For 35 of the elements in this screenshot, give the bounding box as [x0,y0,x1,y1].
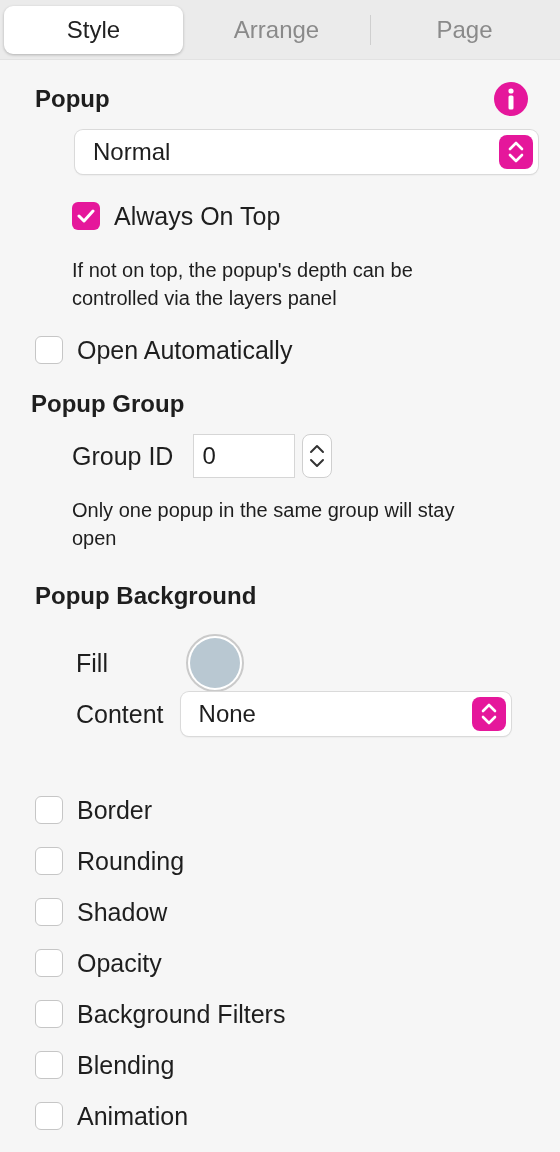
section-title: Popup Background [35,582,258,610]
checkbox-label: Always On Top [114,201,281,231]
checkmark-icon [77,209,95,223]
field-label: Fill [76,648,108,678]
checkbox[interactable] [35,847,63,875]
checkbox-label: Rounding [77,846,185,876]
checkbox-label: Opacity [77,948,162,978]
checkbox[interactable] [35,898,63,926]
checkbox[interactable] [35,1102,63,1130]
stepper[interactable] [302,434,333,478]
group-id-field[interactable]: 0 [193,434,296,478]
mode-select[interactable]: Normal [75,130,538,174]
section-title: Popup Group [31,390,186,418]
help-text: If not on top, the popup's depth can be controlled via the layers panel [72,258,414,311]
section-title: Popup [35,85,110,113]
stepper-icon [499,135,533,169]
checkbox[interactable] [35,796,63,824]
checkbox-label: Animation [77,1101,189,1131]
checkbox[interactable] [72,202,100,230]
checkbox[interactable] [35,949,63,977]
field-label: Group ID [72,441,174,471]
content-select[interactable]: None [180,692,511,736]
checkbox-label: Shadow [77,897,168,927]
tab[interactable]: Style [4,5,183,54]
field-label: Content [76,699,164,729]
info-icon[interactable] [494,82,528,116]
checkbox-label: Border [77,795,153,825]
checkbox[interactable] [35,1051,63,1079]
stepper-icon [471,697,506,731]
help-text: Only one popup in the same group will stay open [72,498,456,551]
checkbox-label: Background Filters [77,999,286,1029]
checkbox-label: Blending [77,1050,175,1080]
checkbox-label: Open Automatically [77,335,293,365]
checkbox[interactable] [35,336,63,364]
checkbox[interactable] [35,1000,63,1028]
